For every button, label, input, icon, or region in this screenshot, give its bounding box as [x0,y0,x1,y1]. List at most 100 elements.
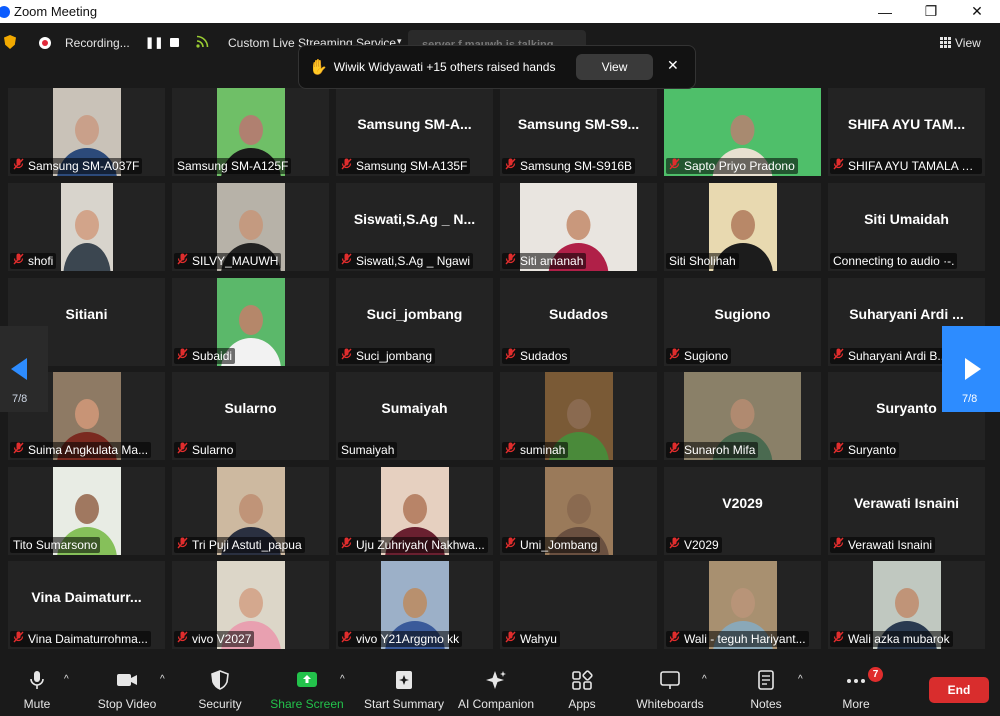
participant-name-text: Siswati,S.Ag _ Ngawi [356,254,471,268]
participant-display-name: Sitiani [65,306,108,322]
ai-companion-label: AI Companion [457,697,535,711]
participant-tile[interactable]: Siti Umaidah Connecting to audio ·-. [828,183,985,271]
end-meeting-button[interactable]: End [929,677,989,703]
participant-name-label: Subaidi [174,348,236,364]
video-options-caret[interactable]: ^ [160,674,165,685]
ai-companion-button[interactable]: AI Companion [456,660,536,716]
participant-tile[interactable]: Siswati,S.Ag _ N... Siswati,S.Ag _ Ngawi [336,183,493,271]
security-button[interactable]: Security [190,660,250,716]
participant-tile[interactable]: Samsung SM-A125F [172,88,329,176]
participant-tile[interactable]: shofi [8,183,165,271]
participant-tile[interactable]: vivo V2027 [172,561,329,649]
start-summary-button[interactable]: Start Summary [362,660,446,716]
whiteboard-icon [660,671,680,689]
summary-icon [396,671,412,689]
participant-tile[interactable]: Sumaiyah Sumaiyah [336,372,493,460]
participant-name-label: Samsung SM-A125F [174,158,292,174]
participant-name-label: Samsung SM-S916B [502,158,636,174]
more-dots-icon [847,679,865,683]
maximize-button[interactable]: ❐ [908,0,954,23]
participant-name-label: Suharyani Ardi B... [830,348,951,364]
view-button[interactable]: View [940,36,981,50]
participant-tile[interactable]: Siti Sholihah [664,183,821,271]
participant-tile[interactable]: Suci_jombang Suci_jombang [336,278,493,366]
next-page-button[interactable]: 7/8 [942,326,1000,412]
participant-name-text: Wali azka mubarok [848,632,950,646]
participant-tile[interactable]: Sunaroh Mifa [664,372,821,460]
participant-tile[interactable]: Tri Puji Astuti_papua [172,467,329,555]
participant-name-label: suminah [502,442,569,458]
minimize-button[interactable]: — [862,0,908,23]
participant-tile[interactable]: Wali - teguh Hariyant... [664,561,821,649]
muted-mic-icon [505,631,517,647]
participant-tile[interactable]: Sularno Sularno [172,372,329,460]
participant-tile[interactable]: Vina Daimaturr... Vina Daimaturrohma... [8,561,165,649]
participant-tile[interactable]: Umi_Jombang [500,467,657,555]
participant-name-text: Uju Zuhriyah( Nakhwa... [356,538,485,552]
participant-tile[interactable]: V2029 V2029 [664,467,821,555]
participant-name-label: Samsung SM-A037F [10,158,143,174]
notes-button[interactable]: Notes [742,660,790,716]
close-icon[interactable]: ✕ [667,57,679,74]
participant-tile[interactable]: Wali azka mubarok [828,561,985,649]
participant-name-label: Verawati Isnaini [830,537,936,553]
share-options-caret[interactable]: ^ [340,674,345,685]
microphone-icon [30,671,44,689]
whiteboards-button[interactable]: Whiteboards [632,660,708,716]
participant-name-label: vivo V2027 [174,631,255,647]
muted-mic-icon [669,537,681,553]
muted-mic-icon [833,631,845,647]
participant-tile[interactable]: suminah [500,372,657,460]
share-screen-button[interactable]: Share Screen [268,660,346,716]
participant-tile[interactable]: Sugiono Sugiono [664,278,821,366]
more-notification-badge: 7 [868,667,883,682]
muted-mic-icon [505,348,517,364]
page-indicator-right: 7/8 [962,393,978,405]
notes-options-caret[interactable]: ^ [798,674,803,685]
participant-tile[interactable]: Uju Zuhriyah( Nakhwa... [336,467,493,555]
stop-recording-button[interactable] [170,38,179,47]
participant-display-name: Verawati Isnaini [853,495,960,511]
participant-tile[interactable]: SILVY_MAUWH [172,183,329,271]
participant-display-name: Suci_jombang [366,306,463,322]
participant-name-label: SILVY_MAUWH [174,253,282,269]
participant-tile[interactable]: Subaidi [172,278,329,366]
notes-label: Notes [750,697,782,711]
pause-recording-button[interactable]: ❚❚ [145,36,163,49]
participant-tile[interactable]: Siti amanah [500,183,657,271]
participant-name-label: Siti Sholihah [666,253,739,269]
participant-name-text: Suharyani Ardi B... [848,349,948,363]
participant-tile[interactable]: Tito Sumarsono [8,467,165,555]
participant-tile[interactable]: Samsung SM-S9... Samsung SM-S916B [500,88,657,176]
participant-name-text: Sularno [192,443,234,457]
participant-name-label: Sapto Priyo Pradono [666,158,798,174]
arrow-left-icon [11,358,27,380]
participant-tile[interactable]: Sapto Priyo Pradono [664,88,821,176]
participant-name-text: Umi_Jombang [520,538,598,552]
participant-gallery: Samsung SM-A037F Samsung SM-A125F Samsung … [8,88,992,650]
participant-tile[interactable]: Sudados Sudados [500,278,657,366]
recording-label[interactable]: Recording... [65,36,130,50]
participant-name-label: vivo Y21Arggmo kk [338,631,463,647]
encryption-shield-icon[interactable] [4,35,16,49]
participant-tile[interactable]: vivo Y21Arggmo kk [336,561,493,649]
close-window-button[interactable]: ✕ [954,0,1000,23]
participant-name-text: Tri Puji Astuti_papua [192,538,302,552]
participant-tile[interactable]: Wahyu [500,561,657,649]
view-raised-hands-button[interactable]: View [576,54,653,80]
participant-tile[interactable]: Samsung SM-A... Samsung SM-A135F [336,88,493,176]
participant-name-label: Samsung SM-A135F [338,158,471,174]
whiteboards-options-caret[interactable]: ^ [702,674,707,685]
participant-name-text: suminah [520,443,566,457]
participant-tile[interactable]: Verawati Isnaini Verawati Isnaini [828,467,985,555]
mute-button[interactable]: Mute [12,660,62,716]
stop-video-button[interactable]: Stop Video [94,660,160,716]
muted-mic-icon [177,442,189,458]
audio-options-caret[interactable]: ^ [64,674,69,685]
muted-mic-icon [341,158,353,174]
participant-display-name: V2029 [722,495,763,511]
apps-button[interactable]: Apps [560,660,604,716]
participant-tile[interactable]: Samsung SM-A037F [8,88,165,176]
participant-tile[interactable]: SHIFA AYU TAM... SHIFA AYU TAMALA S... [828,88,985,176]
previous-page-button[interactable]: 7/8 [0,326,48,412]
